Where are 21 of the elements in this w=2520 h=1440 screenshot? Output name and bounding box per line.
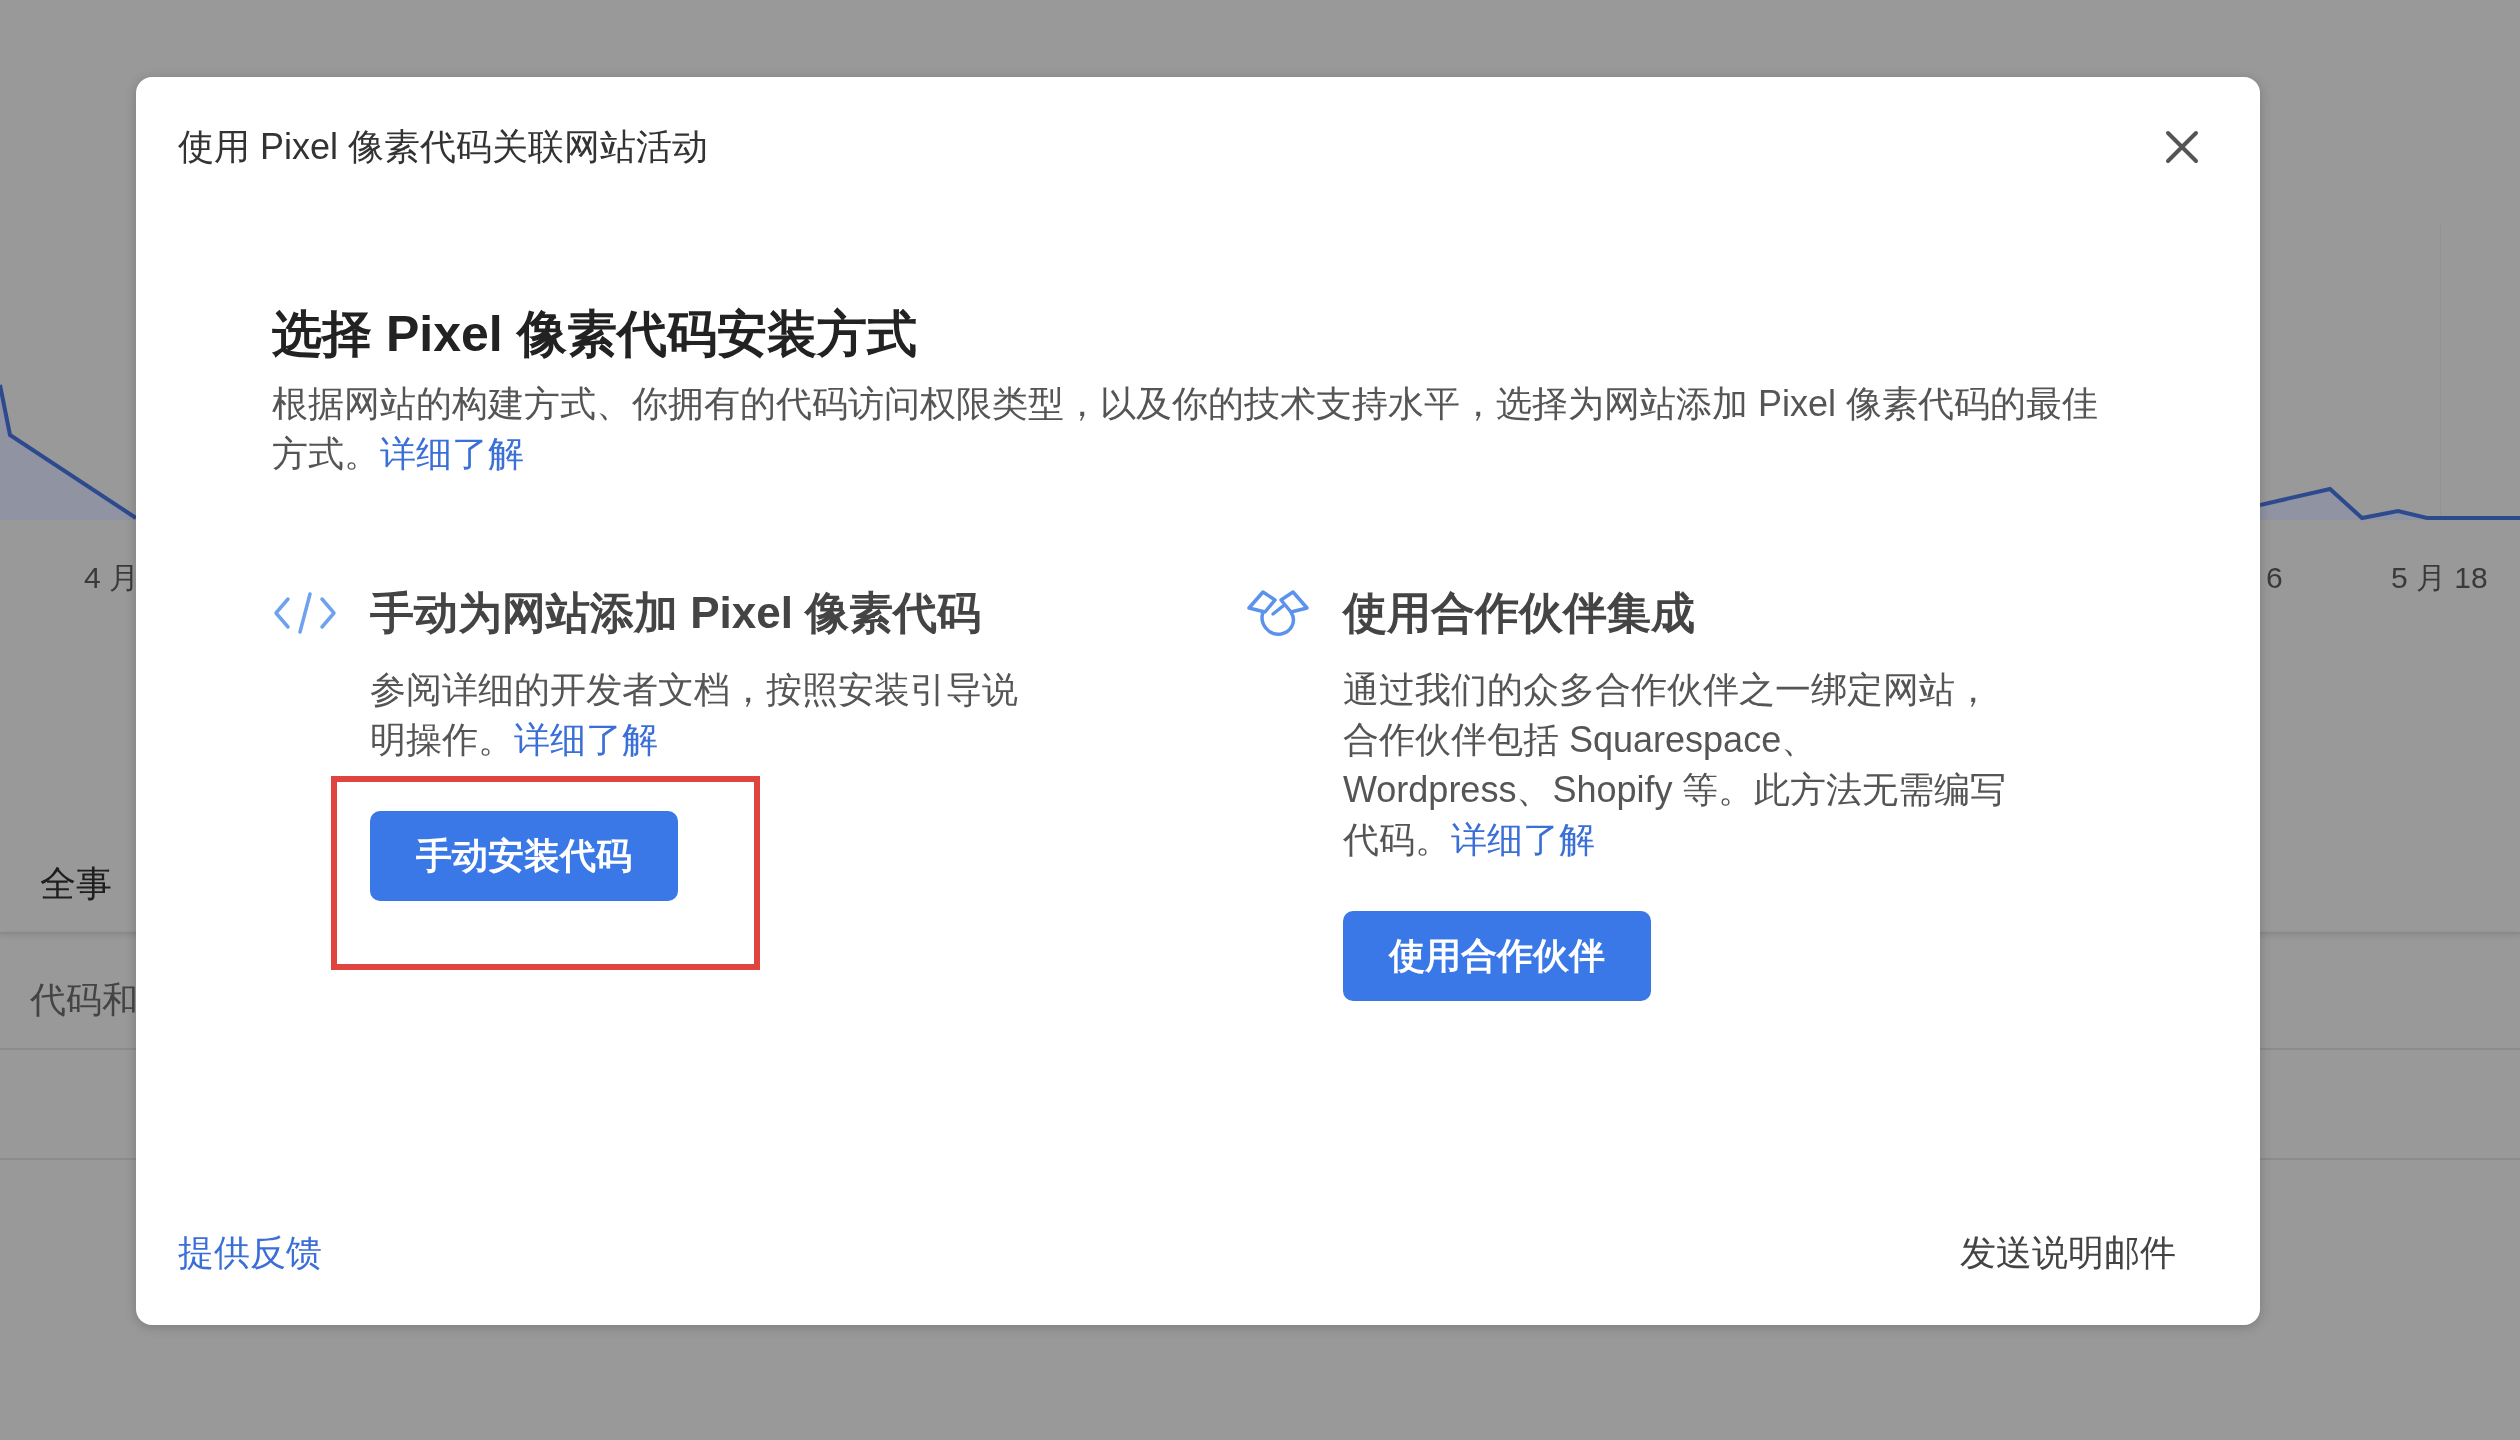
send-email-link[interactable]: 发送说明邮件	[1960, 1231, 2176, 1275]
axis-label: 4 月	[84, 560, 140, 596]
feedback-link[interactable]: 提供反馈	[178, 1231, 322, 1275]
option-title: 使用合作伙伴集成	[1343, 587, 1696, 639]
dialog-heading: 选择 Pixel 像素代码安装方式	[272, 305, 918, 363]
code-icon	[272, 591, 338, 635]
learn-more-link[interactable]: 详细了解	[514, 719, 658, 760]
option-title: 手动为网站添加 Pixel 像素代码	[370, 587, 983, 639]
option-button[interactable]: 使用合作伙伴	[1343, 911, 1651, 1001]
learn-more-link[interactable]: 详细了解	[380, 433, 524, 474]
option-description: 通过我们的众多合作伙伴之一绑定网站，合作伙伴包括 Squarespace、Wordpress、Shopify 等。此方法无需编写代码。详细了解	[1343, 668, 2008, 862]
axis-label: 6	[2266, 560, 2283, 596]
axis-label: 5 月 18	[2391, 560, 2488, 596]
option-description: 参阅详细的开发者文档，按照安装引导说明操作。详细了解	[370, 668, 1019, 762]
dialog-title: 使用 Pixel 像素代码关联网站活动	[178, 125, 709, 169]
tab-label[interactable]: 全事	[40, 864, 112, 904]
close-icon	[2165, 130, 2199, 164]
table-cell: 代码和	[30, 980, 138, 1020]
learn-more-link[interactable]: 详细了解	[1451, 819, 1595, 860]
option-button[interactable]: 手动安装代码	[370, 811, 678, 901]
description-text: 根据网站的构建方式、你拥有的代码访问权限类型，以及你的技术支持水平，选择为网站添加 Pixel 像素代码的最佳方式。详细了解	[272, 382, 2100, 476]
